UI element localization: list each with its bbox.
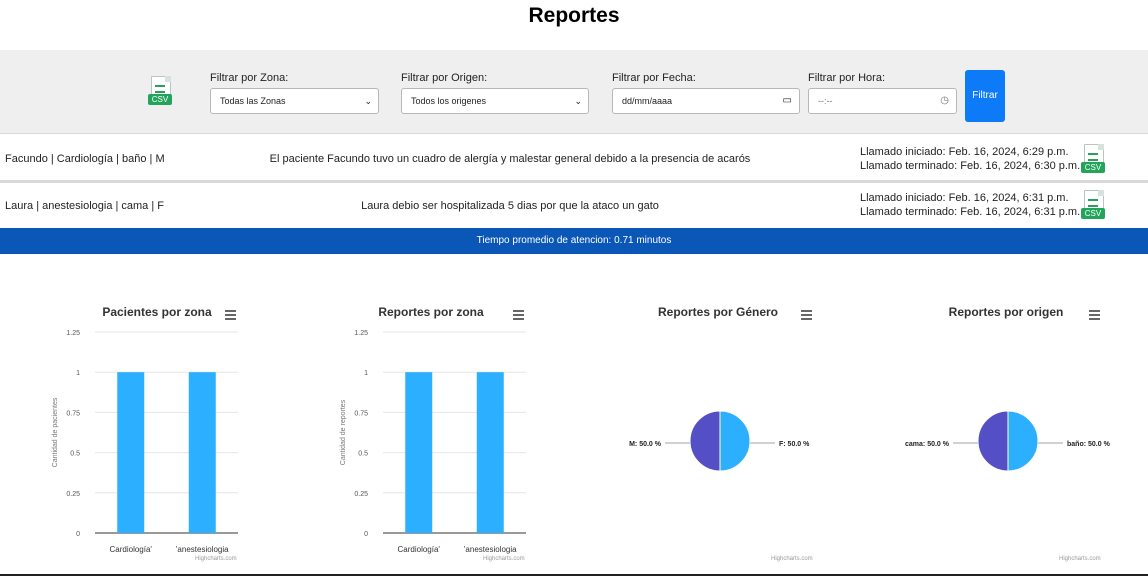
y-tick-label: 0.25 — [354, 491, 368, 498]
bar — [405, 372, 433, 533]
csv-file-icon[interactable]: CSV — [1081, 190, 1105, 220]
csv-icon-label: CSV — [148, 94, 172, 105]
filtrar-button[interactable]: Filtrar — [965, 70, 1005, 122]
csv-icon-label: CSV — [1081, 162, 1105, 173]
chart-menu-icon[interactable] — [225, 310, 236, 320]
hora-filter-label: Filtrar por Hora: — [808, 72, 886, 84]
y-tick-label: 0.75 — [354, 410, 368, 417]
y-tick-label: 0.5 — [358, 451, 368, 458]
call-ended: Llamado terminado: Feb. 16, 2024, 6:31 p… — [860, 206, 1081, 218]
y-tick-label: 1 — [364, 370, 368, 377]
report-patient-info: Facundo | Cardiología | baño | M — [5, 153, 165, 165]
chart-menu-icon[interactable] — [801, 310, 812, 320]
y-tick-label: 0 — [364, 531, 368, 538]
y-tick-label: 0.5 — [70, 451, 80, 458]
pie-data-label: cama: 50.0 % — [905, 441, 950, 448]
chevron-down-icon: ⌄ — [364, 96, 372, 106]
call-ended: Llamado terminado: Feb. 16, 2024, 6:30 p… — [860, 160, 1081, 172]
average-time-banner: Tiempo promedio de atencion: 0.71 minuto… — [0, 228, 1148, 254]
y-tick-label: 0 — [76, 531, 80, 538]
fecha-input[interactable]: dd/mm/aaaa ▭ — [612, 88, 800, 114]
hora-input-value: --:-- — [818, 96, 833, 106]
clock-icon[interactable]: ◷ — [940, 95, 949, 107]
report-message: Laura debio ser hospitalizada 5 dias por… — [361, 200, 659, 212]
y-axis-label: Cantidad de pacientes — [52, 397, 59, 467]
pie-data-label: baño: 50.0 % — [1067, 441, 1111, 448]
y-tick-label: 1.25 — [354, 330, 368, 337]
x-tick-label: 'anestesiologia — [176, 545, 229, 554]
report-times: Llamado iniciado: Feb. 16, 2024, 6:29 p.… — [860, 145, 1080, 173]
zona-filter-label: Filtrar por Zona: — [210, 72, 289, 84]
report-message: El paciente Facundo tuvo un cuadro de al… — [269, 153, 751, 165]
pie-chart-origen: cama: 50.0 % baño: 50.0 % — [905, 410, 1111, 472]
pie-data-label: F: 50.0 % — [779, 441, 810, 448]
call-started: Llamado iniciado: Feb. 16, 2024, 6:31 p.… — [860, 192, 1069, 204]
chart-title: Reportes por zona — [378, 305, 484, 319]
chevron-down-icon: ⌄ — [574, 96, 582, 106]
bar-chart-reportes: 0 0.25 0.5 0.75 1 1.25 Cantidad de reportes Car… — [340, 330, 526, 554]
zona-select[interactable]: Todas las Zonas ⌄ — [210, 88, 379, 114]
origen-filter-label: Filtrar por Origen: — [401, 72, 488, 84]
csv-file-icon[interactable]: CSV — [148, 76, 172, 106]
fecha-input-value: dd/mm/aaaa — [622, 96, 673, 106]
page-title: Reportes — [528, 4, 620, 27]
bar-chart-pacientes: 0 0.25 0.5 0.75 1 1.25 Cantidad de pacientes Ca… — [52, 330, 238, 554]
chart-title: Reportes por Género — [657, 305, 779, 319]
origen-select[interactable]: Todos los origenes ⌄ — [401, 88, 589, 114]
y-tick-label: 1 — [76, 370, 80, 377]
report-patient-info: Laura | anestesiologia | cama | F — [5, 200, 164, 212]
report-row: Facundo | Cardiología | baño | M El paci… — [0, 134, 1148, 180]
chart-credit: Highcharts.com — [1059, 556, 1101, 562]
chart-credit: Highcharts.com — [771, 556, 813, 562]
pie-slice — [689, 410, 721, 472]
pie-slice — [977, 410, 1009, 472]
x-tick-label: Cardiología' — [398, 545, 441, 554]
pie-slice — [1007, 410, 1039, 472]
chart-menu-icon[interactable] — [1089, 310, 1100, 320]
calendar-icon[interactable]: ▭ — [783, 95, 792, 107]
chart-title: Reportes por origen — [948, 305, 1064, 319]
zona-select-value: Todas las Zonas — [220, 96, 286, 106]
y-axis-label: Cantidad de reportes — [340, 399, 347, 465]
fecha-filter-label: Filtrar por Fecha: — [612, 72, 696, 84]
chart-menu-icon[interactable] — [513, 310, 524, 320]
bar — [476, 372, 504, 533]
report-row: Laura | anestesiologia | cama | F Laura … — [0, 183, 1148, 228]
call-started: Llamado iniciado: Feb. 16, 2024, 6:29 p.… — [860, 146, 1069, 158]
origen-select-value: Todos los origenes — [411, 96, 487, 106]
bar — [117, 372, 145, 533]
csv-icon-label: CSV — [1081, 208, 1105, 219]
pie-data-label: M: 50.0 % — [629, 441, 662, 448]
bar — [188, 372, 216, 533]
pie-chart-genero: M: 50.0 % F: 50.0 % — [629, 410, 810, 472]
hora-input[interactable]: --:-- ◷ — [808, 88, 957, 114]
y-tick-label: 0.25 — [66, 491, 80, 498]
x-tick-label: 'anestesiologia — [464, 545, 517, 554]
x-tick-label: Cardiología' — [110, 545, 153, 554]
report-times: Llamado iniciado: Feb. 16, 2024, 6:31 p.… — [860, 191, 1080, 219]
y-tick-label: 1.25 — [66, 330, 80, 337]
csv-file-icon[interactable]: CSV — [1081, 144, 1105, 174]
y-tick-label: 0.75 — [66, 410, 80, 417]
pie-slice — [719, 410, 751, 472]
